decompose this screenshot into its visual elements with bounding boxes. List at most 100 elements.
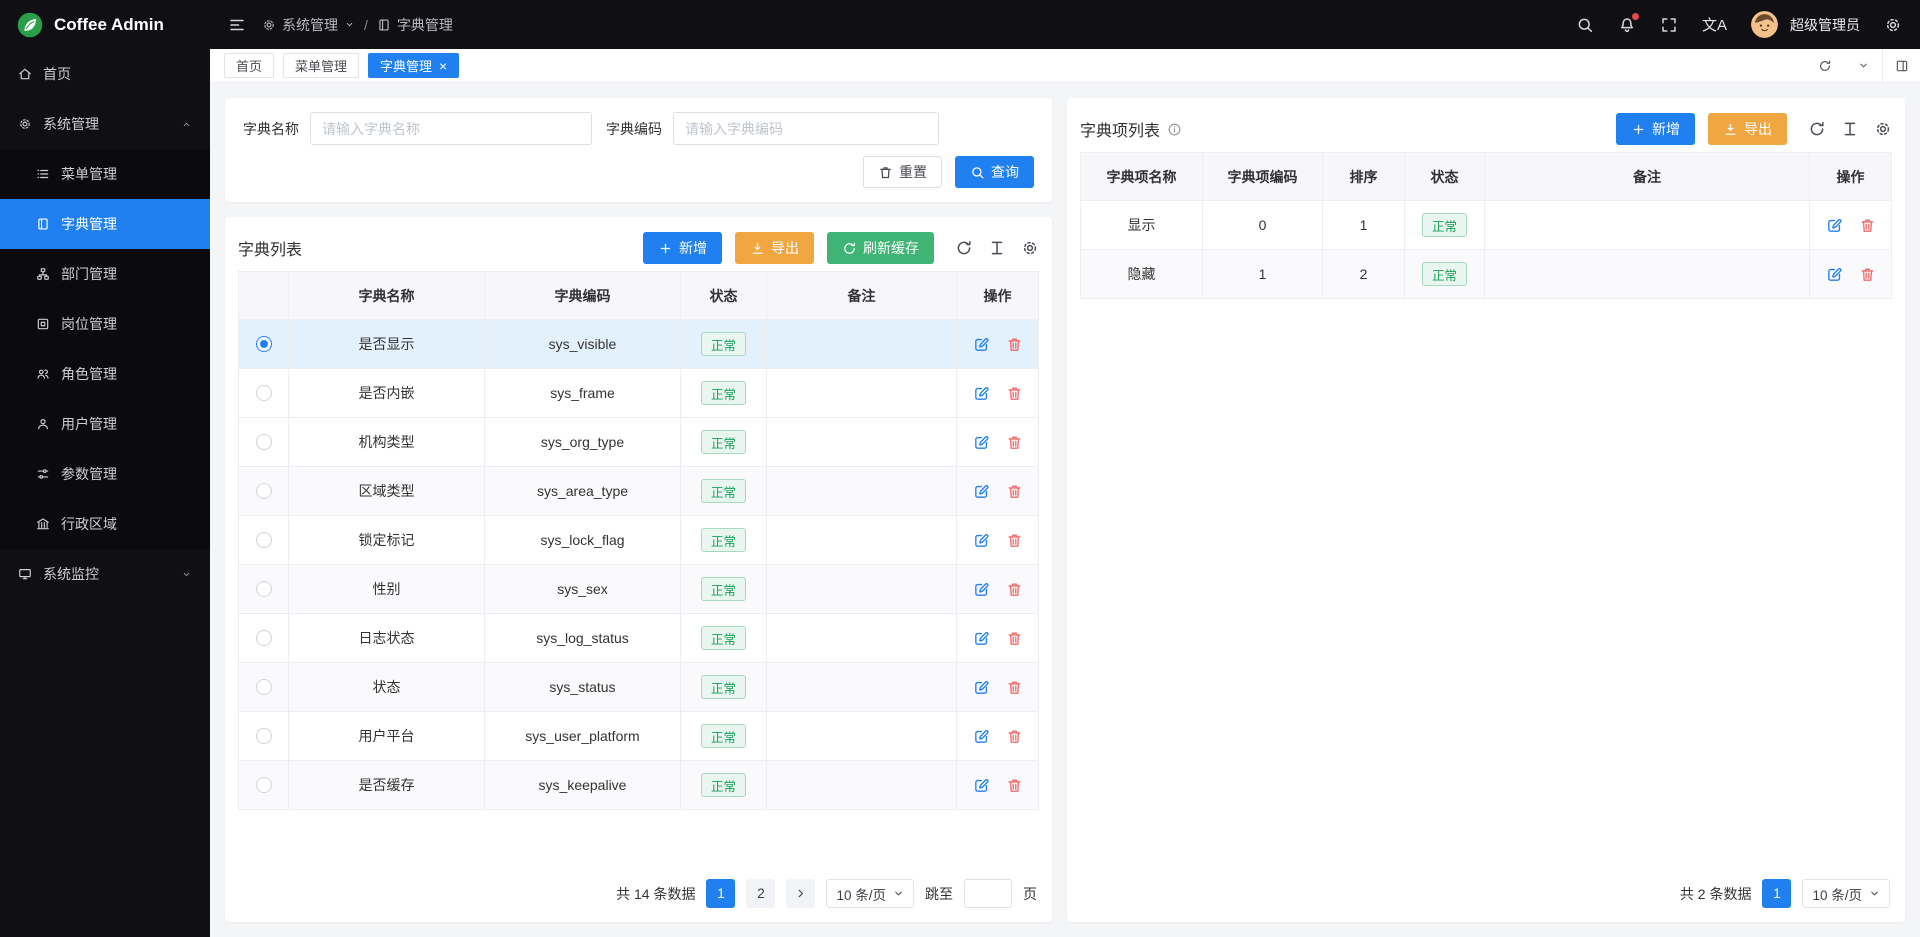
tab-home[interactable]: 首页 — [224, 53, 274, 78]
collapse-sidebar-icon[interactable] — [228, 16, 246, 34]
export-dict-item-button[interactable]: 导出 — [1708, 113, 1787, 145]
row-select-radio[interactable] — [256, 581, 272, 597]
tab-dict-mgmt[interactable]: 字典管理 × — [368, 53, 459, 78]
delete-icon[interactable] — [1006, 630, 1023, 647]
edit-icon[interactable] — [973, 483, 990, 500]
delete-icon[interactable] — [1006, 434, 1023, 451]
sidebar-item-role-mgmt[interactable]: 角色管理 — [0, 349, 210, 399]
edit-icon[interactable] — [973, 581, 990, 598]
dict-code-input[interactable] — [673, 112, 939, 145]
delete-icon[interactable] — [1006, 777, 1023, 794]
row-select-radio[interactable] — [256, 385, 272, 401]
row-select-radio[interactable] — [256, 777, 272, 793]
table-row[interactable]: 机构类型 sys_org_type 正常 — [239, 418, 1039, 467]
chevron-down-icon[interactable] — [1844, 49, 1882, 82]
row-select-radio[interactable] — [256, 336, 272, 352]
table-row[interactable]: 性别 sys_sex 正常 — [239, 565, 1039, 614]
table-row[interactable]: 隐藏 1 2 正常 — [1081, 250, 1892, 299]
page-button-2[interactable]: 2 — [746, 879, 775, 908]
sidebar-item-user-mgmt[interactable]: 用户管理 — [0, 399, 210, 449]
delete-icon[interactable] — [1006, 336, 1023, 353]
sidebar-item-monitor[interactable]: 系统监控 — [0, 549, 210, 599]
dict-column: 字典名称 字典编码 重置 — [225, 98, 1052, 922]
table-row[interactable]: 状态 sys_status 正常 — [239, 663, 1039, 712]
row-select-radio[interactable] — [256, 630, 272, 646]
edit-icon[interactable] — [1826, 217, 1843, 234]
table-settings-gear-icon[interactable] — [1021, 239, 1039, 257]
row-select-radio[interactable] — [256, 679, 272, 695]
sidebar-item-menu-mgmt[interactable]: 菜单管理 — [0, 149, 210, 199]
page-button-1[interactable]: 1 — [706, 879, 735, 908]
page-button-1[interactable]: 1 — [1762, 879, 1791, 908]
export-dict-button[interactable]: 导出 — [735, 232, 814, 264]
close-icon[interactable]: × — [439, 59, 447, 73]
reset-button[interactable]: 重置 — [863, 156, 942, 188]
sidebar-item-post-mgmt[interactable]: 岗位管理 — [0, 299, 210, 349]
row-density-icon[interactable] — [988, 239, 1006, 257]
dict-name-input[interactable] — [310, 112, 592, 145]
edit-icon[interactable] — [973, 777, 990, 794]
table-row[interactable]: 锁定标记 sys_lock_flag 正常 — [239, 516, 1039, 565]
delete-icon[interactable] — [1006, 483, 1023, 500]
avatar[interactable] — [1751, 11, 1778, 38]
sidebar-item-dept-mgmt[interactable]: 部门管理 — [0, 249, 210, 299]
table-row[interactable]: 是否缓存 sys_keepalive 正常 — [239, 761, 1039, 810]
breadcrumb-system[interactable]: 系统管理 — [262, 15, 355, 35]
table-row[interactable]: 是否显示 sys_visible 正常 — [239, 320, 1039, 369]
expand-pane-icon[interactable] — [1882, 49, 1920, 82]
search-form-card: 字典名称 字典编码 重置 — [225, 98, 1052, 202]
search-icon[interactable] — [1576, 16, 1594, 34]
bell-icon[interactable] — [1618, 16, 1636, 34]
delete-icon[interactable] — [1006, 581, 1023, 598]
delete-icon[interactable] — [1859, 217, 1876, 234]
query-button[interactable]: 查询 — [955, 156, 1034, 188]
delete-icon[interactable] — [1859, 266, 1876, 283]
sidebar-item-label: 参数管理 — [61, 464, 117, 484]
table-row[interactable]: 是否内嵌 sys_frame 正常 — [239, 369, 1039, 418]
sidebar-item-home[interactable]: 首页 — [0, 49, 210, 99]
row-select-radio[interactable] — [256, 728, 272, 744]
table-row[interactable]: 用户平台 sys_user_platform 正常 — [239, 712, 1039, 761]
delete-icon[interactable] — [1006, 532, 1023, 549]
users-icon — [36, 367, 50, 381]
gear-icon[interactable] — [1884, 16, 1902, 34]
edit-icon[interactable] — [973, 679, 990, 696]
edit-icon[interactable] — [973, 630, 990, 647]
current-user-name[interactable]: 超级管理员 — [1790, 15, 1860, 35]
badge-frame-icon — [36, 317, 50, 331]
reload-table-icon[interactable] — [955, 239, 973, 257]
delete-icon[interactable] — [1006, 728, 1023, 745]
sidebar-item-dict-mgmt[interactable]: 字典管理 — [0, 199, 210, 249]
page-size-select[interactable]: 10 条/页 — [826, 879, 914, 908]
sidebar-item-region-mgmt[interactable]: 行政区域 — [0, 499, 210, 549]
edit-icon[interactable] — [1826, 266, 1843, 283]
translate-icon[interactable]: 文A — [1702, 14, 1727, 35]
jump-page-input[interactable] — [964, 879, 1012, 908]
tab-menu-mgmt[interactable]: 菜单管理 — [283, 53, 359, 78]
next-page-button[interactable] — [786, 879, 815, 908]
edit-icon[interactable] — [973, 336, 990, 353]
table-row[interactable]: 区域类型 sys_area_type 正常 — [239, 467, 1039, 516]
edit-icon[interactable] — [973, 728, 990, 745]
table-row[interactable]: 日志状态 sys_log_status 正常 — [239, 614, 1039, 663]
fullscreen-icon[interactable] — [1660, 16, 1678, 34]
sidebar-item-system[interactable]: 系统管理 — [0, 99, 210, 149]
edit-icon[interactable] — [973, 532, 990, 549]
table-row[interactable]: 显示 0 1 正常 — [1081, 201, 1892, 250]
edit-icon[interactable] — [973, 434, 990, 451]
edit-icon[interactable] — [973, 385, 990, 402]
refresh-icon[interactable] — [1806, 49, 1844, 82]
table-settings-gear-icon[interactable] — [1874, 120, 1892, 138]
reload-table-icon[interactable] — [1808, 120, 1826, 138]
row-select-radio[interactable] — [256, 532, 272, 548]
sidebar-item-param-mgmt[interactable]: 参数管理 — [0, 449, 210, 499]
delete-icon[interactable] — [1006, 679, 1023, 696]
add-dict-button[interactable]: 新增 — [643, 232, 722, 264]
row-select-radio[interactable] — [256, 483, 272, 499]
row-density-icon[interactable] — [1841, 120, 1859, 138]
page-size-select[interactable]: 10 条/页 — [1802, 879, 1890, 908]
add-dict-item-button[interactable]: 新增 — [1616, 113, 1695, 145]
row-select-radio[interactable] — [256, 434, 272, 450]
refresh-cache-button[interactable]: 刷新缓存 — [827, 232, 934, 264]
delete-icon[interactable] — [1006, 385, 1023, 402]
